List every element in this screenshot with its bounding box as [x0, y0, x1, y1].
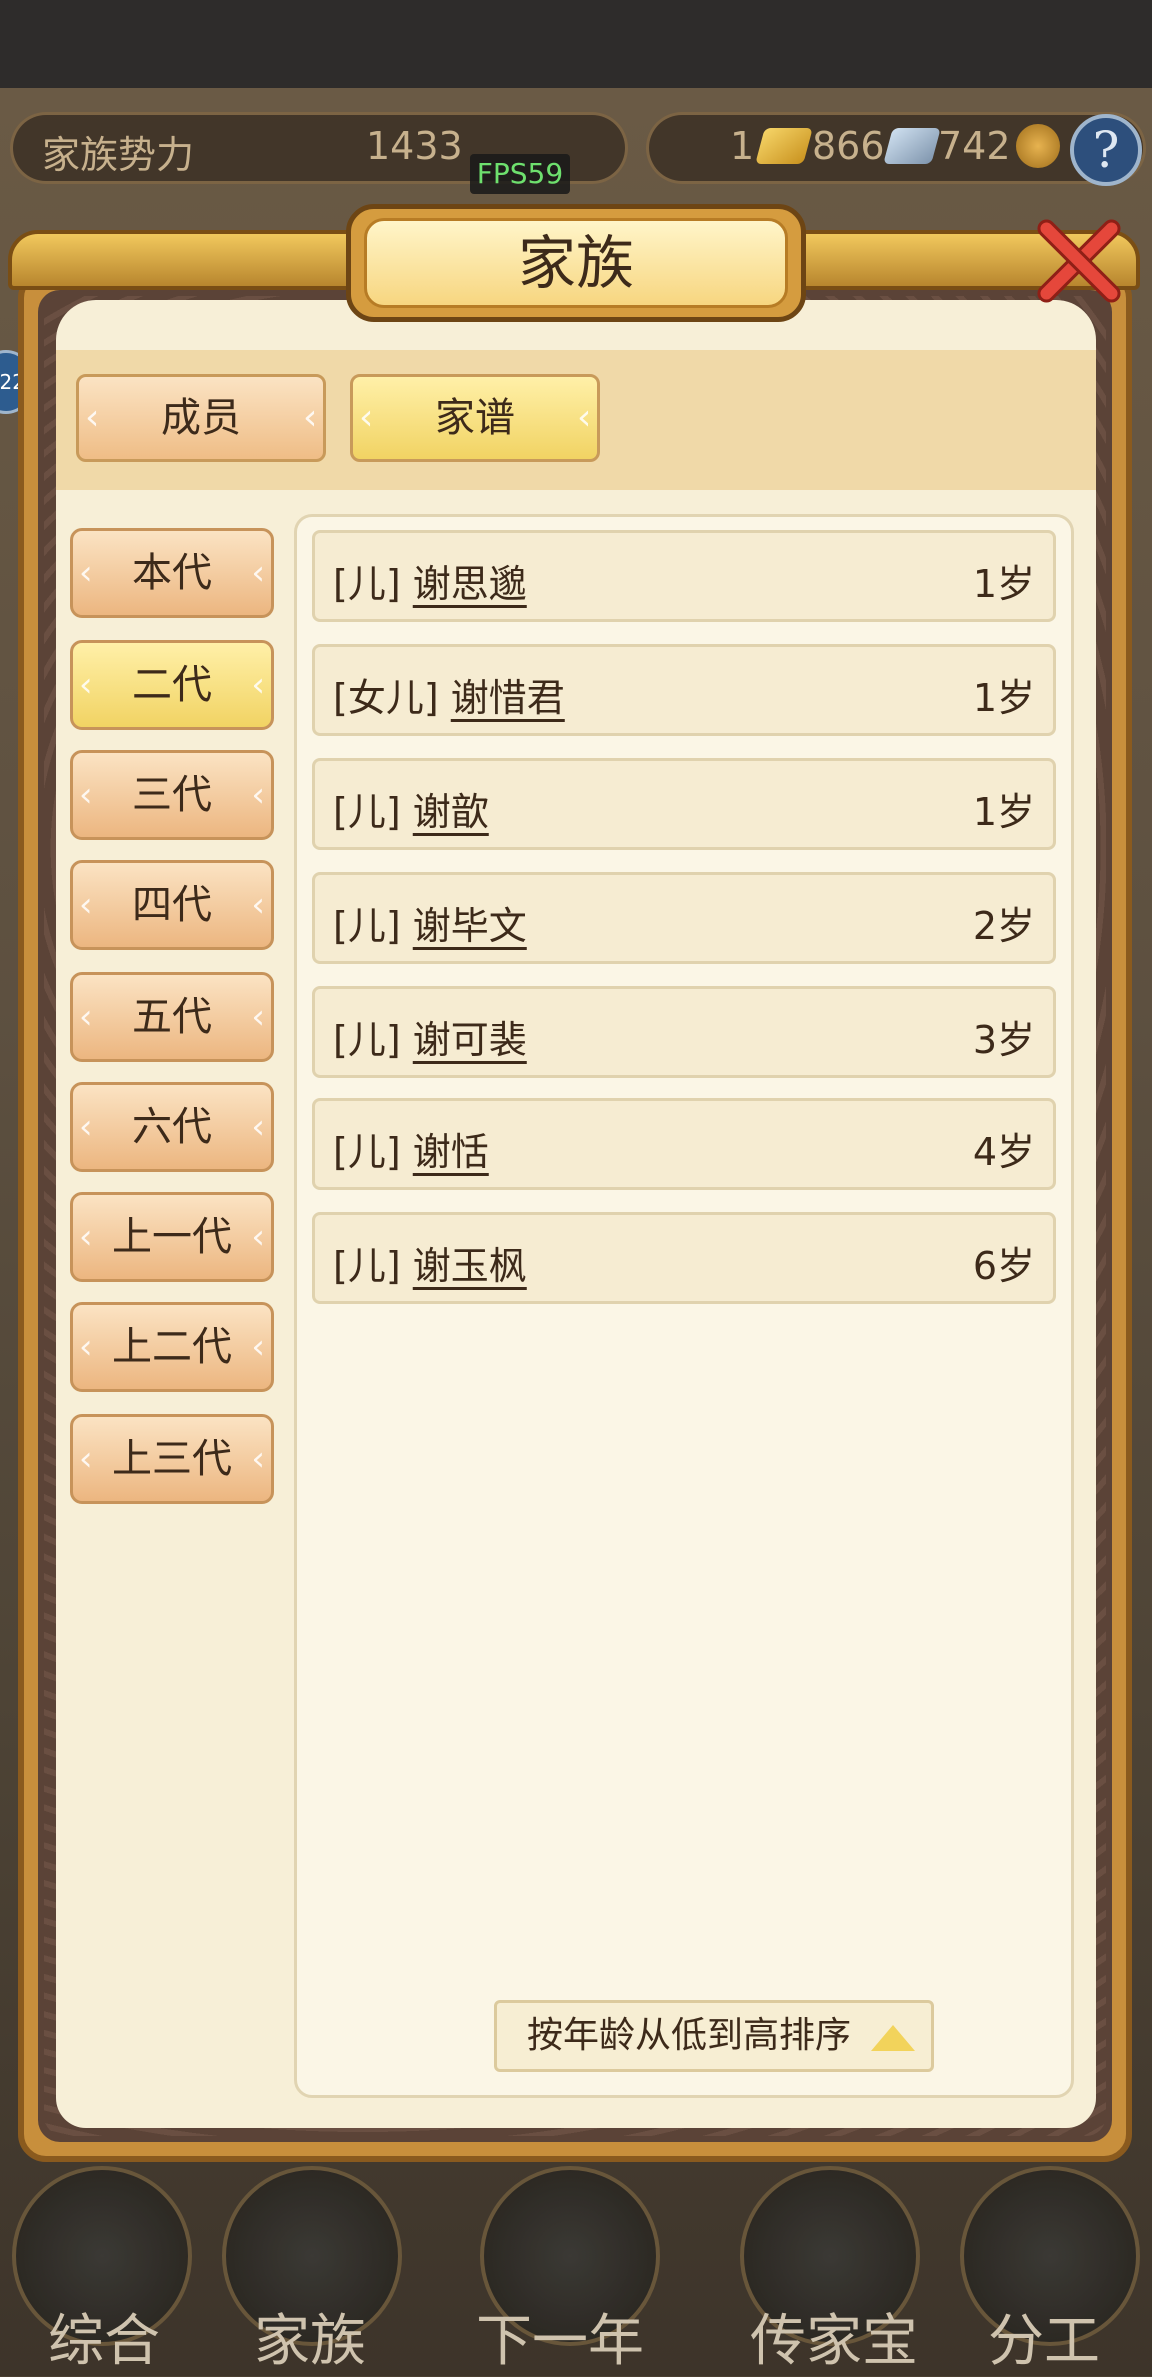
member-age: 1岁: [972, 790, 1035, 834]
generation-button-5[interactable]: 五代: [70, 972, 274, 1062]
member-name[interactable]: 谢可裴: [413, 1018, 527, 1062]
member-row[interactable]: [儿] 谢歆 1岁: [312, 758, 1056, 850]
member-age: 1岁: [972, 562, 1035, 606]
member-name[interactable]: 谢惜君: [451, 676, 565, 720]
generation-button-6[interactable]: 六代: [70, 1082, 274, 1172]
member-row[interactable]: [女儿] 谢惜君 1岁: [312, 644, 1056, 736]
panel-cap-left: [8, 230, 358, 290]
gold-ingot-icon: [755, 128, 813, 164]
generation-button-prev-1[interactable]: 上一代: [70, 1192, 274, 1282]
member-row[interactable]: [儿] 谢毕文 2岁: [312, 872, 1056, 964]
member-list: [294, 514, 1074, 2098]
gold-count-prefix: 1: [730, 124, 755, 168]
member-age: 1岁: [972, 676, 1035, 720]
help-icon[interactable]: ?: [1070, 114, 1142, 186]
clan-power-value: 1433: [366, 124, 463, 168]
generation-button-3[interactable]: 三代: [70, 750, 274, 840]
clan-power-label: 家族势力: [42, 133, 195, 177]
triangle-up-icon: [871, 2025, 915, 2051]
sort-label: 按年龄从低到高排序: [527, 2015, 852, 2056]
system-status-bar: [0, 0, 1152, 88]
generation-button-prev-2[interactable]: 上二代: [70, 1302, 274, 1392]
member-age: 2岁: [972, 904, 1035, 948]
tab-members[interactable]: 成员: [76, 374, 326, 462]
nav-label-general[interactable]: 综合: [48, 2296, 160, 2377]
member-relation: [儿]: [333, 1018, 401, 1062]
panel-title: 家族: [364, 218, 788, 308]
member-relation: [儿]: [333, 904, 401, 948]
member-row[interactable]: [儿] 谢玉枫 6岁: [312, 1212, 1056, 1304]
generation-button-4[interactable]: 四代: [70, 860, 274, 950]
member-relation: [女儿]: [333, 676, 439, 720]
nav-label-next-year[interactable]: 下一年: [476, 2296, 644, 2377]
tab-family-tree[interactable]: 家谱: [350, 374, 600, 462]
nav-label-division[interactable]: 分工: [988, 2296, 1100, 2377]
member-age: 4岁: [972, 1130, 1035, 1174]
close-icon[interactable]: [1020, 206, 1130, 316]
nav-label-clan[interactable]: 家族: [254, 2296, 366, 2377]
member-age: 3岁: [972, 1018, 1035, 1062]
silver-ingot-icon: [883, 128, 941, 164]
nav-label-heirloom[interactable]: 传家宝: [750, 2296, 918, 2377]
member-relation: [儿]: [333, 562, 401, 606]
generation-button-2[interactable]: 二代: [70, 640, 274, 730]
fps-counter: FPS59: [470, 154, 570, 194]
gold-count: 866: [812, 124, 885, 168]
member-relation: [儿]: [333, 1244, 401, 1288]
member-name[interactable]: 谢歆: [413, 790, 489, 834]
member-name[interactable]: 谢恬: [413, 1130, 489, 1174]
member-row[interactable]: [儿] 谢恬 4岁: [312, 1098, 1056, 1190]
generation-button-prev-3[interactable]: 上三代: [70, 1414, 274, 1504]
member-relation: [儿]: [333, 790, 401, 834]
generation-button-current[interactable]: 本代: [70, 528, 274, 618]
member-relation: [儿]: [333, 1130, 401, 1174]
member-name[interactable]: 谢思邈: [413, 562, 527, 606]
coin-icon: [1016, 124, 1060, 168]
member-name[interactable]: 谢毕文: [413, 904, 527, 948]
member-row[interactable]: [儿] 谢思邈 1岁: [312, 530, 1056, 622]
sort-button[interactable]: 按年龄从低到高排序: [494, 2000, 934, 2072]
member-name[interactable]: 谢玉枫: [413, 1244, 527, 1288]
silver-count: 742: [938, 124, 1011, 168]
member-row[interactable]: [儿] 谢可裴 3岁: [312, 986, 1056, 1078]
member-age: 6岁: [972, 1244, 1035, 1288]
